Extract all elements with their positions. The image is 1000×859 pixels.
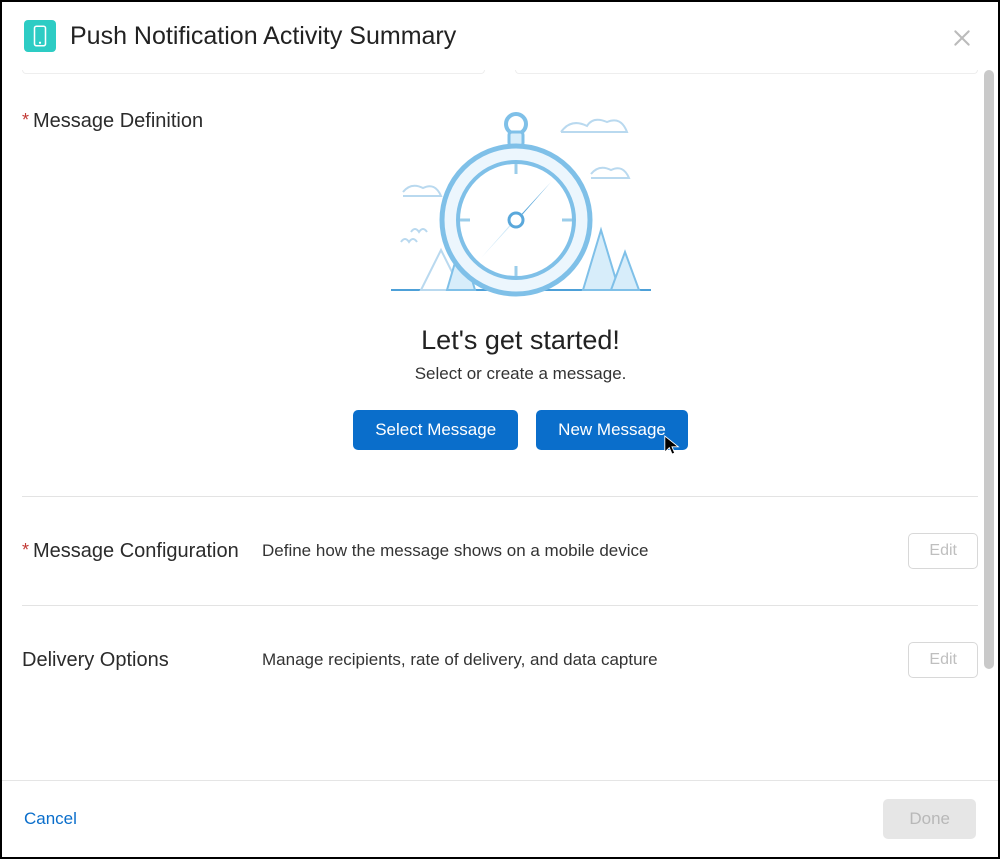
scrollbar[interactable] xyxy=(982,70,994,767)
scrollbar-thumb[interactable] xyxy=(984,70,994,669)
get-started-subtext: Select or create a message. xyxy=(415,364,627,384)
cancel-link[interactable]: Cancel xyxy=(24,809,77,829)
select-message-button[interactable]: Select Message xyxy=(353,410,518,450)
message-configuration-edit-button[interactable]: Edit xyxy=(908,533,978,569)
push-notification-summary-modal: Push Notification Activity Summary *Mess… xyxy=(0,0,1000,859)
close-icon xyxy=(952,28,972,48)
modal-title: Push Notification Activity Summary xyxy=(70,22,456,51)
message-configuration-desc: Define how the message shows on a mobile… xyxy=(262,541,908,561)
message-definition-buttons: Select Message New Message xyxy=(353,410,688,450)
modal-body: *Message Definition xyxy=(2,70,998,780)
new-message-button[interactable]: New Message xyxy=(536,410,688,450)
get-started-heading: Let's get started! xyxy=(421,325,620,356)
message-configuration-label-wrap: *Message Configuration xyxy=(22,540,262,563)
message-definition-content: Let's get started! Select or create a me… xyxy=(63,98,978,450)
done-button[interactable]: Done xyxy=(883,799,976,839)
required-asterisk: * xyxy=(22,540,29,560)
phone-icon xyxy=(24,20,56,52)
delivery-options-label-wrap: Delivery Options xyxy=(22,649,262,672)
modal-footer: Cancel Done xyxy=(2,780,998,857)
message-configuration-section: *Message Configuration Define how the me… xyxy=(22,497,978,606)
delivery-options-edit-button[interactable]: Edit xyxy=(908,642,978,678)
close-button[interactable] xyxy=(948,24,976,52)
required-asterisk: * xyxy=(22,110,29,130)
delivery-options-section: Delivery Options Manage recipients, rate… xyxy=(22,606,978,728)
partial-top-row xyxy=(22,70,978,78)
delivery-options-desc: Manage recipients, rate of delivery, and… xyxy=(262,650,908,670)
message-definition-section: *Message Definition xyxy=(22,78,978,497)
modal-header: Push Notification Activity Summary xyxy=(2,2,998,70)
message-configuration-label: Message Configuration xyxy=(33,540,239,562)
compass-illustration xyxy=(351,102,691,307)
delivery-options-label: Delivery Options xyxy=(22,649,169,671)
